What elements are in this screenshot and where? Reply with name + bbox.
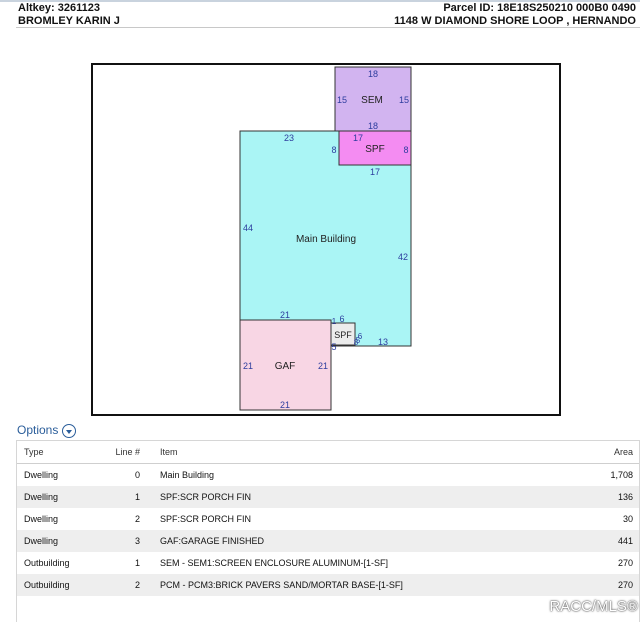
- cell-item: SPF:SCR PORCH FIN: [160, 514, 252, 524]
- table-row: Outbuilding 1 SEM - SEM1:SCREEN ENCLOSUR…: [17, 552, 639, 574]
- dim-gaf-top: 21: [280, 310, 290, 320]
- cell-type: Dwelling: [24, 470, 59, 480]
- col-header-line[interactable]: Line #: [96, 441, 146, 464]
- sketch-canvas: SEM SPF Main Building GAF SPF 18 15 15 1…: [239, 66, 412, 411]
- dim-spf2-f: 8: [354, 338, 359, 347]
- cell-area: 136: [540, 486, 639, 508]
- cell-item: SPF:SCR PORCH FIN: [146, 486, 540, 508]
- dim-sem-left: 15: [337, 95, 347, 105]
- cell-type: Dwelling: [17, 486, 96, 508]
- main-building-label: Main Building: [296, 234, 356, 245]
- col-header-item[interactable]: Item: [146, 441, 540, 464]
- cell-line: 1: [96, 486, 146, 508]
- dim-sem-bottom: 18: [368, 121, 378, 131]
- cell-item: GAF:GARAGE FINISHED: [146, 530, 540, 552]
- gaf-label: GAF: [275, 361, 296, 372]
- building-sketch: SEM SPF Main Building GAF SPF 18 15 15 1…: [91, 63, 561, 416]
- dim-gaf-right: 21: [318, 361, 328, 371]
- cell-line: 2: [134, 514, 140, 524]
- area-table: Type Line # Item Area Dwelling 0 Main Bu…: [17, 441, 639, 596]
- chevron-down-circle-icon[interactable]: [62, 424, 77, 438]
- table-row: Dwelling 1 SPF:SCR PORCH FIN 136: [17, 486, 639, 508]
- table-row: Dwelling 3 GAF:GARAGE FINISHED 441: [17, 530, 639, 552]
- cell-line: 0: [134, 470, 140, 480]
- table-row: Outbuilding 2 PCM - PCM3:BRICK PAVERS SA…: [17, 574, 639, 596]
- cell-area: 1,708: [610, 470, 633, 480]
- cell-type: Dwelling: [17, 530, 96, 552]
- dim-spf1-top: 17: [353, 133, 363, 143]
- spf-label-small: SPF: [334, 330, 352, 340]
- dim-gaf-bottom: 21: [280, 400, 290, 410]
- watermark: RACC/MLS®: [549, 598, 638, 615]
- dim-main-right: 42: [398, 252, 408, 262]
- table-row: Dwelling 2 SPF:SCR PORCH FIN 30: [17, 508, 639, 530]
- cell-area: 270: [617, 558, 633, 568]
- parcel-id-label: Parcel ID: 18E18S250210 000B0 0490: [443, 2, 636, 14]
- dim-spf2-c: 5: [331, 342, 336, 352]
- dim-gaf-left: 21: [243, 361, 253, 371]
- dim-main-top: 23: [284, 133, 294, 143]
- dim-spf2-a: 1: [332, 317, 337, 326]
- sem-label: SEM: [361, 95, 383, 106]
- header-row-1: Altkey: 3261123 Parcel ID: 18E18S250210 …: [0, 2, 640, 15]
- dim-main-bottom: 13: [378, 337, 388, 347]
- cell-area: 270: [540, 574, 639, 596]
- cell-area: 441: [540, 530, 639, 552]
- area-table-container: Type Line # Item Area Dwelling 0 Main Bu…: [16, 440, 640, 622]
- cell-type: Outbuilding: [24, 558, 70, 568]
- table-header-row: Type Line # Item Area: [17, 441, 639, 464]
- cell-area: 30: [622, 514, 633, 524]
- header-divider: [16, 27, 640, 28]
- cell-type: Outbuilding: [17, 574, 96, 596]
- cell-item: PCM - PCM3:BRICK PAVERS SAND/MORTAR BASE…: [146, 574, 540, 596]
- cell-item: Main Building: [160, 470, 215, 480]
- cell-line: 1: [134, 558, 140, 568]
- cell-type: Dwelling: [24, 514, 59, 524]
- col-header-area[interactable]: Area: [540, 441, 639, 464]
- cell-line: 2: [96, 574, 146, 596]
- col-header-type[interactable]: Type: [17, 441, 96, 464]
- dim-sem-right: 15: [399, 95, 409, 105]
- dim-spf1-left: 8: [331, 145, 336, 155]
- spf-label-top: SPF: [365, 144, 384, 155]
- dim-sem-top: 18: [368, 69, 378, 79]
- options-toggle[interactable]: Options: [17, 422, 77, 438]
- dim-spf2-b: 6: [339, 314, 344, 324]
- cell-item: SEM - SEM1:SCREEN ENCLOSURE ALUMINUM-[1-…: [160, 558, 389, 568]
- altkey-label: Altkey: 3261123: [18, 2, 100, 14]
- dim-spf1-right: 8: [403, 145, 408, 155]
- cell-line: 3: [96, 530, 146, 552]
- dim-main-left: 44: [243, 223, 253, 233]
- table-row: Dwelling 0 Main Building 1,708: [17, 464, 639, 487]
- dim-spf1-bottom: 17: [370, 167, 380, 177]
- options-label: Options: [17, 423, 59, 437]
